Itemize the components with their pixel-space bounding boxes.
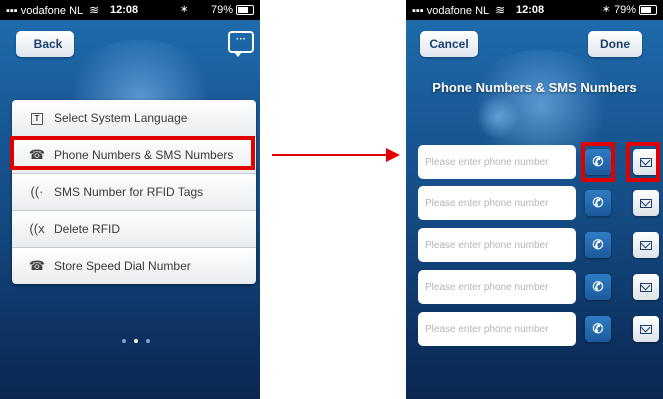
menu-item-label: SMS Number for RFID Tags (54, 185, 204, 199)
wifi-icon: ≋ (89, 3, 100, 17)
battery-percent: 79% (613, 4, 636, 16)
call-button[interactable]: ✆ (585, 316, 611, 342)
menu-item-label: Store Speed Dial Number (54, 259, 191, 273)
settings-menu-screen: ▪▪▪ vodafone NL ≋ 12:08 ∗ 79% Back ··· T … (0, 0, 260, 399)
chat-icon[interactable]: ··· (228, 31, 254, 57)
call-button[interactable]: ✆ (585, 274, 611, 300)
menu-item-delete-rfid[interactable]: ((x Delete RFID (12, 211, 256, 248)
call-button[interactable]: ✆ (585, 232, 611, 258)
phone-number-input[interactable] (418, 186, 576, 220)
page-indicator[interactable] (118, 330, 154, 348)
menu-item-label: Delete RFID (54, 222, 121, 236)
rfid-delete-icon: ((x (29, 221, 45, 236)
sms-button[interactable] (633, 232, 659, 258)
battery-percent: 79% (210, 4, 233, 16)
highlight-box (626, 142, 660, 182)
page-dot-active (134, 339, 138, 343)
phone-number-input[interactable] (418, 312, 576, 346)
phone-icon: ✆ (592, 195, 604, 210)
status-bar: ▪▪▪ vodafone NL ≋ 12:08 ∗ 79% (406, 0, 663, 20)
phone-number-input[interactable] (418, 228, 576, 262)
phone-number-input[interactable] (418, 145, 576, 179)
highlight-box (10, 136, 255, 170)
back-button-label: Back (33, 37, 63, 51)
clock: 12:08 (516, 4, 545, 16)
menu-item-sms-rfid[interactable]: ((· SMS Number for RFID Tags (12, 174, 256, 211)
signal-icon: ▪▪▪ vodafone NL ≋ (412, 0, 505, 21)
bluetooth-icon: ∗ (602, 4, 611, 15)
arrow-line (272, 154, 388, 156)
menu-item-system-language[interactable]: T Select System Language (12, 100, 256, 137)
sms-button[interactable] (633, 190, 659, 216)
phone-icon: ✆ (592, 279, 604, 294)
phone-icon: ✆ (592, 321, 604, 336)
done-button[interactable]: Done (588, 31, 642, 57)
menu-item-speed-dial[interactable]: ☎ Store Speed Dial Number (12, 248, 256, 284)
envelope-icon (640, 241, 652, 251)
text-icon: T (28, 100, 46, 136)
phone-icon: ✆ (592, 237, 604, 252)
carrier-name: vodafone NL (426, 5, 490, 17)
rfid-icon: ((· (30, 184, 44, 199)
sms-button[interactable] (633, 316, 659, 342)
page-title: Phone Numbers & SMS Numbers (432, 80, 637, 95)
bluetooth-icon: ∗ (180, 4, 189, 15)
clock: 12:08 (110, 4, 139, 16)
arrow-head-icon (386, 148, 400, 162)
page-dot (122, 339, 126, 343)
phone-number-input[interactable] (418, 270, 576, 304)
call-button[interactable]: ✆ (585, 190, 611, 216)
battery-icon (639, 5, 657, 16)
battery-indicator: 79% (211, 0, 254, 20)
envelope-icon (640, 325, 652, 335)
carrier-name: vodafone NL (20, 5, 84, 17)
battery-indicator: 79% (614, 0, 657, 20)
envelope-icon (640, 283, 652, 293)
settings-menu: T Select System Language ☎ Phone Numbers… (12, 100, 256, 284)
cancel-button[interactable]: Cancel (420, 31, 478, 57)
page-dot (146, 339, 150, 343)
phone-icon: ☎ (28, 258, 46, 273)
highlight-box (581, 142, 615, 182)
wifi-icon: ≋ (495, 3, 506, 17)
background-glow (476, 95, 520, 139)
sms-button[interactable] (633, 274, 659, 300)
signal-icon: ▪▪▪ vodafone NL ≋ (6, 0, 99, 21)
battery-icon (236, 5, 254, 16)
envelope-icon (640, 199, 652, 209)
back-button[interactable]: Back (16, 31, 74, 57)
status-bar: ▪▪▪ vodafone NL ≋ 12:08 ∗ 79% (0, 0, 260, 20)
menu-item-label: Select System Language (54, 111, 188, 125)
